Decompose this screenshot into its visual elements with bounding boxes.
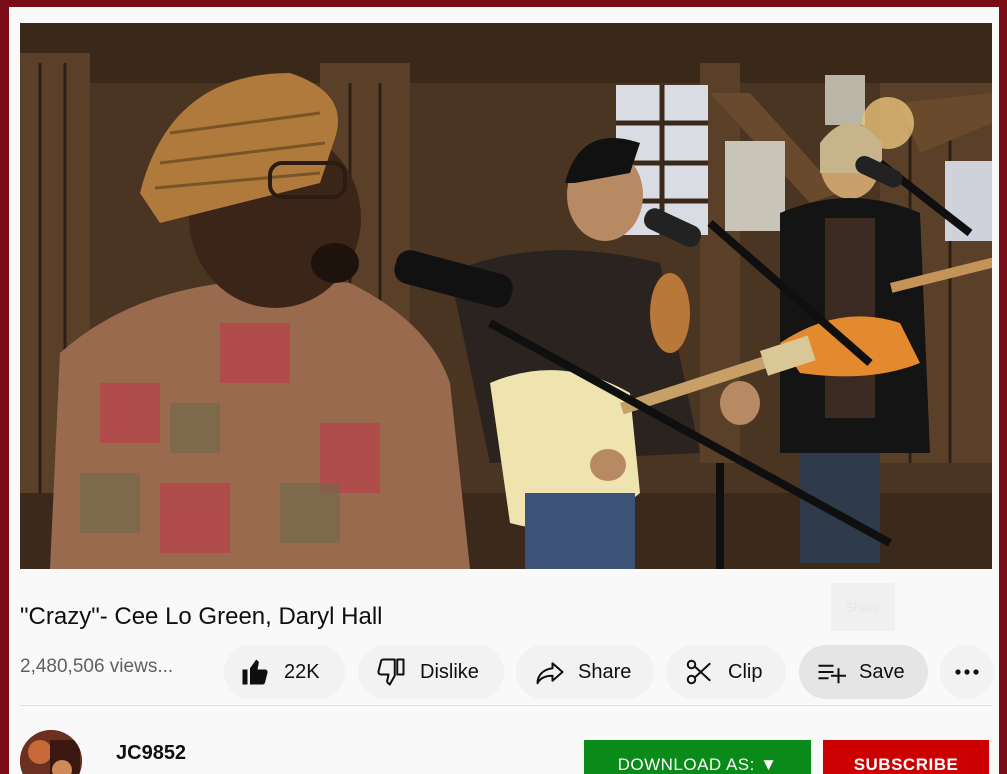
save-label: Save (859, 660, 905, 683)
subscribe-button[interactable]: SUBSCRIBE (823, 740, 989, 774)
like-count: 22K (284, 660, 320, 683)
clip-label: Clip (728, 660, 763, 683)
dislike-label: Dislike (420, 660, 479, 683)
dislike-button[interactable]: Dislike (358, 645, 504, 699)
video-title: "Crazy"- Cee Lo Green, Daryl Hall (20, 603, 383, 630)
share-label: Share (578, 660, 632, 683)
watch-page: Share "Crazy"- Cee Lo Green, Daryl Hall … (9, 7, 999, 774)
video-frame-image (20, 23, 992, 569)
channel-avatar[interactable] (20, 730, 82, 774)
like-button[interactable]: 22K (224, 645, 345, 699)
thumbs-down-icon (377, 658, 405, 686)
view-count[interactable]: 2,480,506 views... (20, 656, 173, 678)
faded-overlay-button[interactable]: Share (831, 583, 895, 631)
share-arrow-icon (536, 662, 564, 685)
download-as-button[interactable]: DOWNLOAD AS: ▼ (584, 740, 811, 774)
save-button[interactable]: Save (799, 645, 928, 699)
playlist-add-icon (818, 664, 846, 684)
clip-button[interactable]: Clip (666, 645, 786, 699)
channel-name[interactable]: JC9852 (116, 742, 186, 765)
video-player[interactable] (20, 23, 992, 569)
thumbs-up-icon (242, 659, 268, 685)
avatar-image (20, 730, 82, 774)
share-button[interactable]: Share (516, 645, 654, 699)
more-dots-icon (955, 669, 979, 675)
divider (20, 705, 992, 706)
scissors-icon (686, 659, 711, 685)
more-actions-button[interactable] (940, 645, 994, 699)
